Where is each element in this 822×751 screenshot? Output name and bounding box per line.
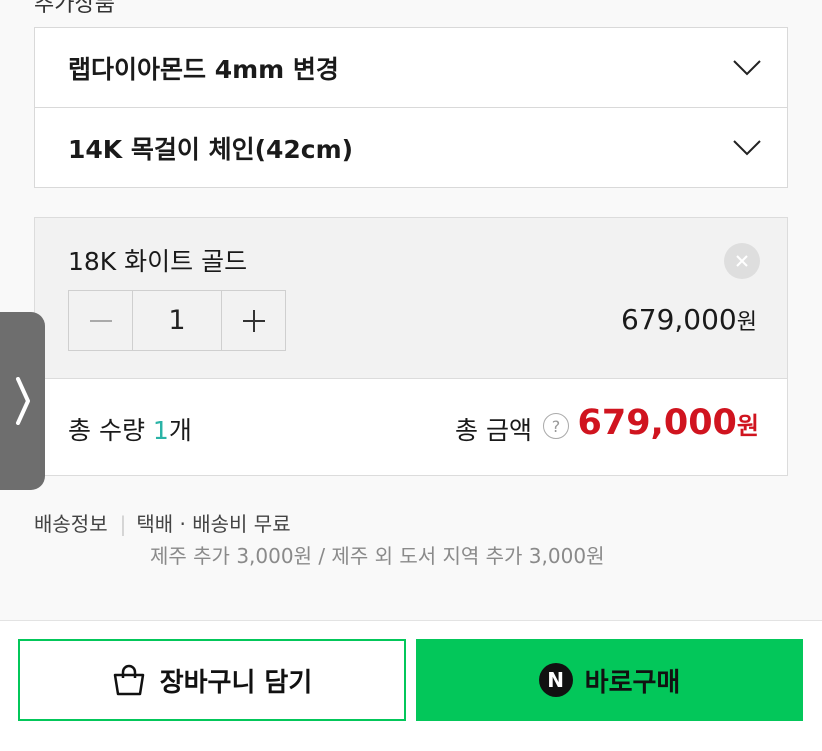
total-quantity: 총 수량 1개 xyxy=(68,411,192,447)
help-icon[interactable]: ? xyxy=(543,413,569,439)
total-amount-value: 679,000 xyxy=(577,403,737,443)
total-amount: 679,000원 xyxy=(577,403,759,443)
total-amount-label: 총 금액 xyxy=(455,416,532,445)
shopping-bag-icon xyxy=(113,664,144,696)
selected-item-panel: 18K 화이트 골드 1 679,000원 총 수량 1개 총 금액 ? 679… xyxy=(34,217,788,476)
quantity-stepper: 1 xyxy=(68,290,286,351)
section-label-partial: 추가상품 xyxy=(34,0,115,17)
total-quantity-suffix: 개 xyxy=(168,416,192,445)
shipping-label: 배송정보 xyxy=(34,512,108,536)
minus-icon xyxy=(89,319,112,322)
naver-pay-icon: N xyxy=(538,663,573,697)
shipping-info: 배송정보 | 택배 · 배송비 무료 xyxy=(34,508,291,537)
quantity-value[interactable]: 1 xyxy=(132,291,222,350)
increase-quantity-button[interactable] xyxy=(222,291,285,350)
item-price: 679,000원 xyxy=(621,303,757,336)
buy-now-button[interactable]: N 바로구매 xyxy=(416,639,803,721)
item-price-value: 679,000 xyxy=(620,303,737,336)
chevron-down-icon xyxy=(733,59,761,75)
shipping-separator: | xyxy=(119,512,127,536)
option-select-label: 랩다이아몬드 4mm 변경 xyxy=(68,54,339,84)
item-price-unit: 원 xyxy=(736,310,757,335)
total-summary: 총 수량 1개 총 금액 ? 679,000원 xyxy=(35,379,787,475)
total-quantity-value: 1 xyxy=(152,416,169,445)
chevron-down-icon xyxy=(733,139,761,155)
bottom-action-bar: 장바구니 담기 N 바로구매 xyxy=(0,620,822,751)
close-icon xyxy=(736,255,748,267)
remove-item-button[interactable] xyxy=(724,243,760,279)
buy-now-label: 바로구매 xyxy=(584,667,681,698)
option-select-label: 14K 목걸이 체인(42cm) xyxy=(68,134,354,164)
total-amount-unit: 원 xyxy=(736,412,759,440)
selected-item-name: 18K 화이트 골드 xyxy=(68,247,248,276)
shipping-note: 제주 추가 3,000원 / 제주 외 도서 지역 추가 3,000원 xyxy=(150,544,605,568)
plus-icon xyxy=(242,309,265,332)
decrease-quantity-button[interactable] xyxy=(69,291,132,350)
add-to-cart-label: 장바구니 담기 xyxy=(159,667,313,698)
chevron-right-icon xyxy=(15,377,30,425)
total-quantity-prefix: 총 수량 xyxy=(68,416,153,445)
option-select-diamond[interactable]: 랩다이아몬드 4mm 변경 xyxy=(34,27,788,108)
add-to-cart-button[interactable]: 장바구니 담기 xyxy=(18,639,406,721)
option-select-chain[interactable]: 14K 목걸이 체인(42cm) xyxy=(34,108,788,188)
shipping-method: 택배 · 배송비 무료 xyxy=(136,512,291,536)
option-select-group: 랩다이아몬드 4mm 변경 14K 목걸이 체인(42cm) xyxy=(34,27,788,188)
side-drawer-tab[interactable] xyxy=(0,312,45,490)
